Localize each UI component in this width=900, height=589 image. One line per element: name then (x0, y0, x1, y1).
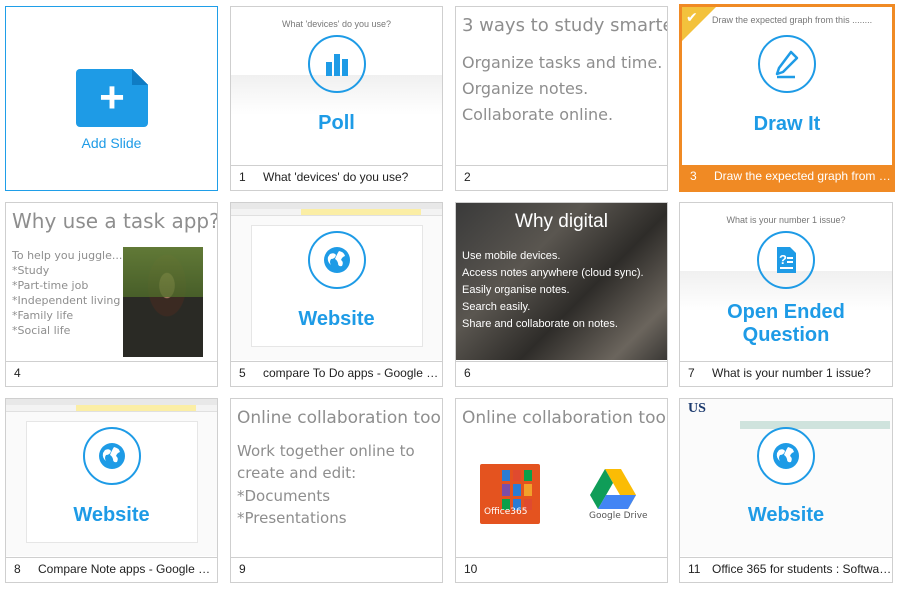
slide-line: Organize tasks and time. (462, 53, 663, 72)
slide-card-10[interactable]: Online collaboration tools Office365 Goo… (455, 398, 668, 583)
slide-card-1[interactable]: What 'devices' do you use? Poll 1 What 'd… (230, 6, 443, 191)
slide-number: 5 (239, 366, 246, 380)
google-drive-icon (590, 469, 636, 509)
slide-card-9[interactable]: Online collaboration tools Work together… (230, 398, 443, 583)
slide-type-label: Website (298, 308, 375, 330)
slide-line: *Documents (237, 487, 331, 505)
slide-line: To help you juggle... (12, 249, 123, 262)
slide-card-7[interactable]: What is your number 1 issue? ? Open Ende… (679, 202, 893, 387)
slide-type-label: Poll (318, 112, 355, 134)
globe-icon (307, 231, 366, 289)
slide-heading: Online collaboration tools (462, 408, 667, 428)
slide-line: *Part-time job (12, 279, 89, 292)
slide-line: Easily organise notes. (462, 284, 570, 296)
slide-card-3[interactable]: Draw the expected graph from this ......… (679, 4, 895, 192)
slide-card-8[interactable]: Website 8 Compare Note apps - Google Docs (5, 398, 218, 583)
slide-type-label: Open Ended (727, 301, 845, 323)
slide-line: Collaborate online. (462, 105, 614, 124)
slide-caption: 7 What is your number 1 issue? (680, 361, 892, 386)
slide-line: Work together online to (237, 442, 415, 460)
slide-thumbnail: Why digital Use mobile devices. Access n… (456, 203, 667, 360)
slide-card-6[interactable]: Why digital Use mobile devices. Access n… (455, 202, 668, 387)
slide-number: 11 (688, 562, 701, 576)
add-slide-card[interactable]: + Add Slide (5, 6, 218, 191)
university-logo: US (688, 401, 706, 416)
globe-icon (757, 427, 815, 485)
slide-heading: Online collaboration tools (237, 408, 442, 428)
slide-question: What is your number 1 issue? (726, 215, 846, 225)
person-photo (123, 247, 203, 357)
slide-caption: 11 Office 365 for students : Software... (680, 557, 892, 582)
document-question-icon: ? (757, 231, 815, 289)
slide-thumbnail: 3 ways to study smarter. Organize tasks … (456, 7, 667, 164)
slide-number: 9 (239, 562, 246, 576)
slide-question: What 'devices' do you use? (282, 19, 391, 29)
slide-title: What 'devices' do you use? (263, 170, 409, 184)
slide-number: 6 (464, 366, 471, 380)
slide-number: 2 (464, 170, 471, 184)
slide-thumbnail: Website (231, 203, 442, 360)
slide-caption: 3 Draw the expected graph from thi... (682, 165, 892, 189)
slide-card-11[interactable]: US Website 11 Office 365 for students : S… (679, 398, 893, 583)
slide-card-4[interactable]: Why use a task app? To help you juggle..… (5, 202, 218, 387)
slide-number: 4 (14, 366, 21, 380)
add-slide-label: Add Slide (81, 135, 142, 151)
slide-number: 1 (239, 170, 246, 184)
slide-thumbnail: US Website (680, 399, 892, 556)
slide-title: Draw the expected graph from thi... (714, 169, 892, 183)
pencil-icon (758, 35, 816, 93)
slide-heading: Why digital (515, 211, 608, 232)
slide-title: Office 365 for students : Software... (712, 562, 892, 576)
slide-number: 10 (464, 562, 478, 576)
slide-caption: 9 (231, 557, 442, 582)
slide-card-2[interactable]: 3 ways to study smarter. Organize tasks … (455, 6, 668, 191)
slide-heading: Why use a task app? (12, 209, 217, 233)
slide-card-5[interactable]: Website 5 compare To Do apps - Google D..… (230, 202, 443, 387)
slide-thumbnail: Why use a task app? To help you juggle..… (6, 203, 217, 360)
add-slide-icon: + (76, 69, 148, 127)
slide-caption: 2 (456, 165, 667, 190)
slide-type-label: Website (747, 504, 825, 526)
bar-chart-icon (307, 35, 366, 93)
slide-caption: 8 Compare Note apps - Google Docs (6, 557, 217, 582)
slide-type-label: Draw It (753, 113, 821, 135)
slide-number: 8 (14, 562, 21, 576)
checkmark-icon: ✔ (686, 9, 698, 25)
google-drive-label: Google Drive (589, 511, 648, 521)
slide-thumbnail: What is your number 1 issue? ? Open Ende… (680, 203, 892, 360)
globe-icon (82, 427, 141, 485)
slide-title: What is your number 1 issue? (712, 366, 871, 380)
slide-type-label: Question (742, 324, 830, 346)
slide-caption: 6 (456, 361, 667, 386)
office365-label: Office365 (484, 507, 528, 517)
slide-thumbnail: What 'devices' do you use? Poll (231, 7, 442, 164)
slide-caption: 5 compare To Do apps - Google D... (231, 361, 442, 386)
slide-number: 7 (688, 366, 695, 380)
slide-heading: 3 ways to study smarter. (462, 15, 667, 36)
slide-caption: 1 What 'devices' do you use? (231, 165, 442, 190)
slide-thumbnail: Website (6, 399, 217, 556)
slide-line: Organize notes. (462, 79, 589, 98)
slide-question: Draw the expected graph from this ......… (712, 15, 873, 25)
slide-line: *Independent living (12, 294, 121, 307)
slide-title: compare To Do apps - Google D... (263, 366, 442, 380)
slide-line: Share and collaborate on notes. (462, 318, 618, 330)
slide-caption: 4 (6, 361, 217, 386)
slide-number: 3 (690, 169, 697, 183)
slide-line: *Family life (12, 309, 74, 322)
svg-text:?: ? (779, 252, 787, 267)
slide-line: *Social life (12, 324, 71, 337)
slide-line: Search easily. (462, 301, 531, 313)
slide-line: *Presentations (237, 509, 347, 527)
slide-caption: 10 (456, 557, 667, 582)
slide-title: Compare Note apps - Google Docs (38, 562, 217, 576)
slide-type-label: Website (73, 504, 150, 526)
slide-line: Use mobile devices. (462, 250, 561, 262)
slide-thumbnail: Online collaboration tools Work together… (231, 399, 442, 556)
slide-thumbnail: Online collaboration tools Office365 Goo… (456, 399, 667, 556)
slide-line: *Study (12, 264, 50, 277)
slide-line: Access notes anywhere (cloud sync). (462, 267, 644, 279)
slide-line: create and edit: (237, 464, 357, 482)
